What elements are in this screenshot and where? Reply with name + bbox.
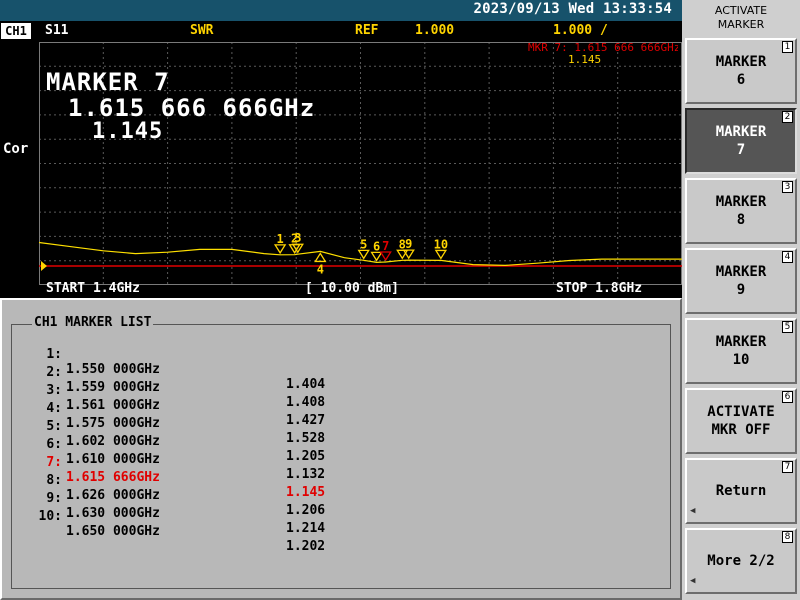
marker-label-5: 5 [360, 237, 367, 251]
marker-frequency: 1.602 000GHz [66, 434, 160, 449]
marker-frequency: 1.561 000GHz [66, 398, 160, 413]
reference-marker-icon [41, 261, 47, 271]
scale-value: 1.000 / [553, 23, 608, 38]
menu-title: ACTIVATE MARKER [714, 4, 768, 31]
active-marker-value: 1.145 [92, 119, 164, 144]
softkey-number: 2 [782, 111, 793, 123]
softkey-marker-9[interactable]: MARKER 9 4 [685, 248, 797, 314]
left-arrow-icon: ◀ [690, 506, 696, 516]
format-label: SWR [190, 23, 214, 38]
marker-row-8: 8: 1.626 000GHz 1.206 [28, 458, 325, 518]
marker-value: 1.404 [286, 377, 326, 392]
marker-frequency: 1.630 000GHz [66, 506, 160, 521]
marker-triangle-7 [379, 251, 392, 262]
softkey-label: MARKER 10 [715, 334, 767, 368]
marker-label-4: 4 [317, 262, 324, 276]
softkey-panel: ACTIVATE MARKER MARKER 6 1 MARKER 7 2 MA… [682, 0, 800, 600]
active-marker-title: MARKER 7 [46, 68, 170, 96]
marker-value: 1.206 [286, 503, 326, 518]
marker-triangle-1 [273, 244, 287, 255]
marker-triangle-6 [370, 251, 383, 262]
marker-row-1: 1: 1.550 000GHz 1.404 [28, 332, 325, 392]
power-level: [ 10.00 dBm] [305, 281, 399, 296]
softkey-number: 4 [782, 251, 793, 263]
datetime: 2023/09/13 Wed 13:33:54 [473, 1, 672, 17]
marker-triangle-10 [434, 249, 448, 260]
softkey-label: More 2/2 [707, 553, 775, 569]
marker-value: 1.214 [286, 521, 326, 536]
marker-frequency: 1.610 000GHz [66, 452, 160, 467]
marker-value: 1.132 [286, 467, 326, 482]
marker-frequency: 1.575 000GHz [66, 416, 160, 431]
ref-label: REF [355, 23, 379, 38]
marker-row-5: 5: 1.602 000GHz 1.205 [28, 404, 325, 464]
marker-frequency: 1.650 000GHz [66, 524, 160, 539]
parameter-label: S11 [45, 23, 69, 38]
marker-label-1: 1 [277, 232, 284, 246]
marker-value: 1.408 [286, 395, 326, 410]
marker-label-3: 3 [294, 231, 301, 245]
softkey-marker-8[interactable]: MARKER 8 3 [685, 178, 797, 244]
softkey-number: 7 [782, 461, 793, 473]
correction-indicator: Cor [3, 141, 29, 157]
softkey-label: Return [715, 483, 767, 499]
marker-value: 1.205 [286, 449, 326, 464]
softkey-label: MARKER 7 [715, 124, 767, 158]
softkey-marker-10[interactable]: MARKER 10 5 [685, 318, 797, 384]
marker-readout-top: MKR 7: 1.615 666 666GHz [528, 41, 678, 54]
softkey-number: 5 [782, 321, 793, 333]
marker-frequency: 1.559 000GHz [66, 380, 160, 395]
marker-row-7-active: 7: 1.615 666GHz 1.145 [28, 440, 325, 500]
softkey-return[interactable]: Return 7 ◀ [685, 458, 797, 524]
softkey-marker-7[interactable]: MARKER 7 2 [685, 108, 797, 174]
channel-label: CH1 [1, 23, 31, 39]
softkey-number: 3 [782, 181, 793, 193]
marker-list-title: CH1 MARKER LIST [32, 315, 154, 330]
measurement-window[interactable]: CH1 S11 SWR REF 1.000 1.000 / Cor 123456… [0, 21, 682, 298]
marker-value: 1.145 [286, 485, 326, 500]
marker-row-6: 6: 1.610 000GHz 1.132 [28, 422, 325, 482]
marker-value: 1.528 [286, 431, 326, 446]
softkey-activate-mkr-off[interactable]: ACTIVATE MKR OFF 6 [685, 388, 797, 454]
marker-number: 10: [38, 509, 62, 524]
softkey-number: 1 [782, 41, 793, 53]
marker-value: 1.427 [286, 413, 326, 428]
marker-frequency: 1.626 000GHz [66, 488, 160, 503]
start-frequency: START 1.4GHz [46, 281, 140, 296]
softkey-marker-6[interactable]: MARKER 6 1 [685, 38, 797, 104]
softkey-number: 8 [782, 531, 793, 543]
marker-row-4: 4: 1.575 000GHz 1.528 [28, 386, 325, 446]
left-arrow-icon: ◀ [690, 576, 696, 586]
marker-label-9: 9 [405, 237, 412, 251]
stop-frequency: STOP 1.8GHz [556, 281, 643, 296]
softkey-more[interactable]: More 2/2 8 ◀ [685, 528, 797, 594]
marker-row-9: 9: 1.630 000GHz 1.214 [28, 476, 325, 536]
marker-row-2: 2: 1.559 000GHz 1.408 [28, 350, 325, 410]
marker-row-3: 3: 1.561 000GHz 1.427 [28, 368, 325, 428]
active-marker-frequency: 1.615 666 666GHz [68, 94, 316, 122]
softkey-label: MARKER 6 [715, 54, 767, 88]
status-bar: 2023/09/13 Wed 13:33:54 [0, 0, 682, 21]
marker-row-10: 10: 1.650 000GHz 1.202 [28, 494, 326, 554]
marker-frequency: 1.550 000GHz [66, 362, 160, 377]
marker-value: 1.202 [286, 539, 326, 554]
softkey-label: MARKER 9 [715, 264, 767, 298]
marker-readout-value: 1.145 [568, 53, 602, 66]
marker-label-10: 10 [434, 237, 448, 251]
softkey-label: ACTIVATE MKR OFF [707, 404, 775, 438]
marker-frequency: 1.615 666GHz [66, 470, 160, 485]
softkey-number: 6 [782, 391, 793, 403]
softkey-label: MARKER 8 [715, 194, 767, 228]
ref-value: 1.000 [415, 23, 455, 38]
marker-label-6: 6 [373, 239, 380, 253]
marker-label-7: 7 [382, 239, 389, 253]
